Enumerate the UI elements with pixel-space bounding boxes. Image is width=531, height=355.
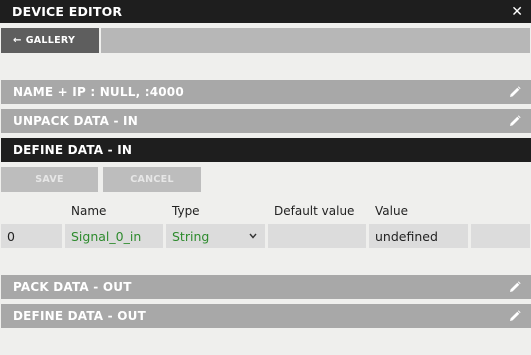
row-extra-field[interactable]: [471, 224, 530, 248]
section-pack-out[interactable]: PACK DATA - OUT: [1, 275, 531, 299]
section-define-in[interactable]: DEFINE DATA - IN: [1, 138, 531, 162]
column-header-default-value: Default value: [274, 204, 355, 218]
gallery-bar: [101, 28, 530, 53]
section-define-out[interactable]: DEFINE DATA - OUT: [1, 304, 531, 328]
type-select[interactable]: String: [166, 224, 265, 248]
gallery-button[interactable]: ← GALLERY: [1, 28, 99, 53]
section-pack-out-label: PACK DATA - OUT: [13, 280, 132, 294]
default-value-field[interactable]: [268, 224, 366, 248]
pencil-icon[interactable]: [509, 115, 521, 127]
close-icon[interactable]: ✕: [511, 5, 523, 19]
pencil-icon[interactable]: [509, 281, 521, 293]
name-value: Signal_0_in: [71, 228, 142, 244]
value-text: undefined: [375, 228, 438, 244]
section-name-ip-label: NAME + IP : NULL, :4000: [13, 85, 184, 99]
chevron-down-icon: [249, 233, 257, 239]
section-define-in-label: DEFINE DATA - IN: [13, 143, 133, 157]
section-unpack-in-label: UNPACK DATA - IN: [13, 114, 138, 128]
section-define-out-label: DEFINE DATA - OUT: [13, 309, 146, 323]
column-header-value: Value: [375, 204, 408, 218]
save-button[interactable]: SAVE: [1, 167, 98, 192]
arrow-left-icon: ←: [13, 35, 22, 46]
row-index-field[interactable]: 0: [1, 224, 62, 248]
gallery-label: GALLERY: [25, 35, 76, 46]
column-header-name: Name: [71, 204, 107, 218]
type-value: String: [172, 228, 210, 244]
section-unpack-in[interactable]: UNPACK DATA - IN: [1, 109, 531, 133]
value-field[interactable]: undefined: [369, 224, 468, 248]
cancel-button[interactable]: CANCEL: [103, 167, 201, 192]
pencil-icon[interactable]: [509, 86, 521, 98]
name-field[interactable]: Signal_0_in: [65, 224, 163, 248]
pencil-icon[interactable]: [509, 310, 521, 322]
title-bar: DEVICE EDITOR ✕: [0, 0, 531, 23]
row-index: 0: [7, 228, 15, 244]
column-header-type: Type: [172, 204, 200, 218]
window-title: DEVICE EDITOR: [12, 4, 123, 19]
section-name-ip[interactable]: NAME + IP : NULL, :4000: [1, 80, 531, 104]
